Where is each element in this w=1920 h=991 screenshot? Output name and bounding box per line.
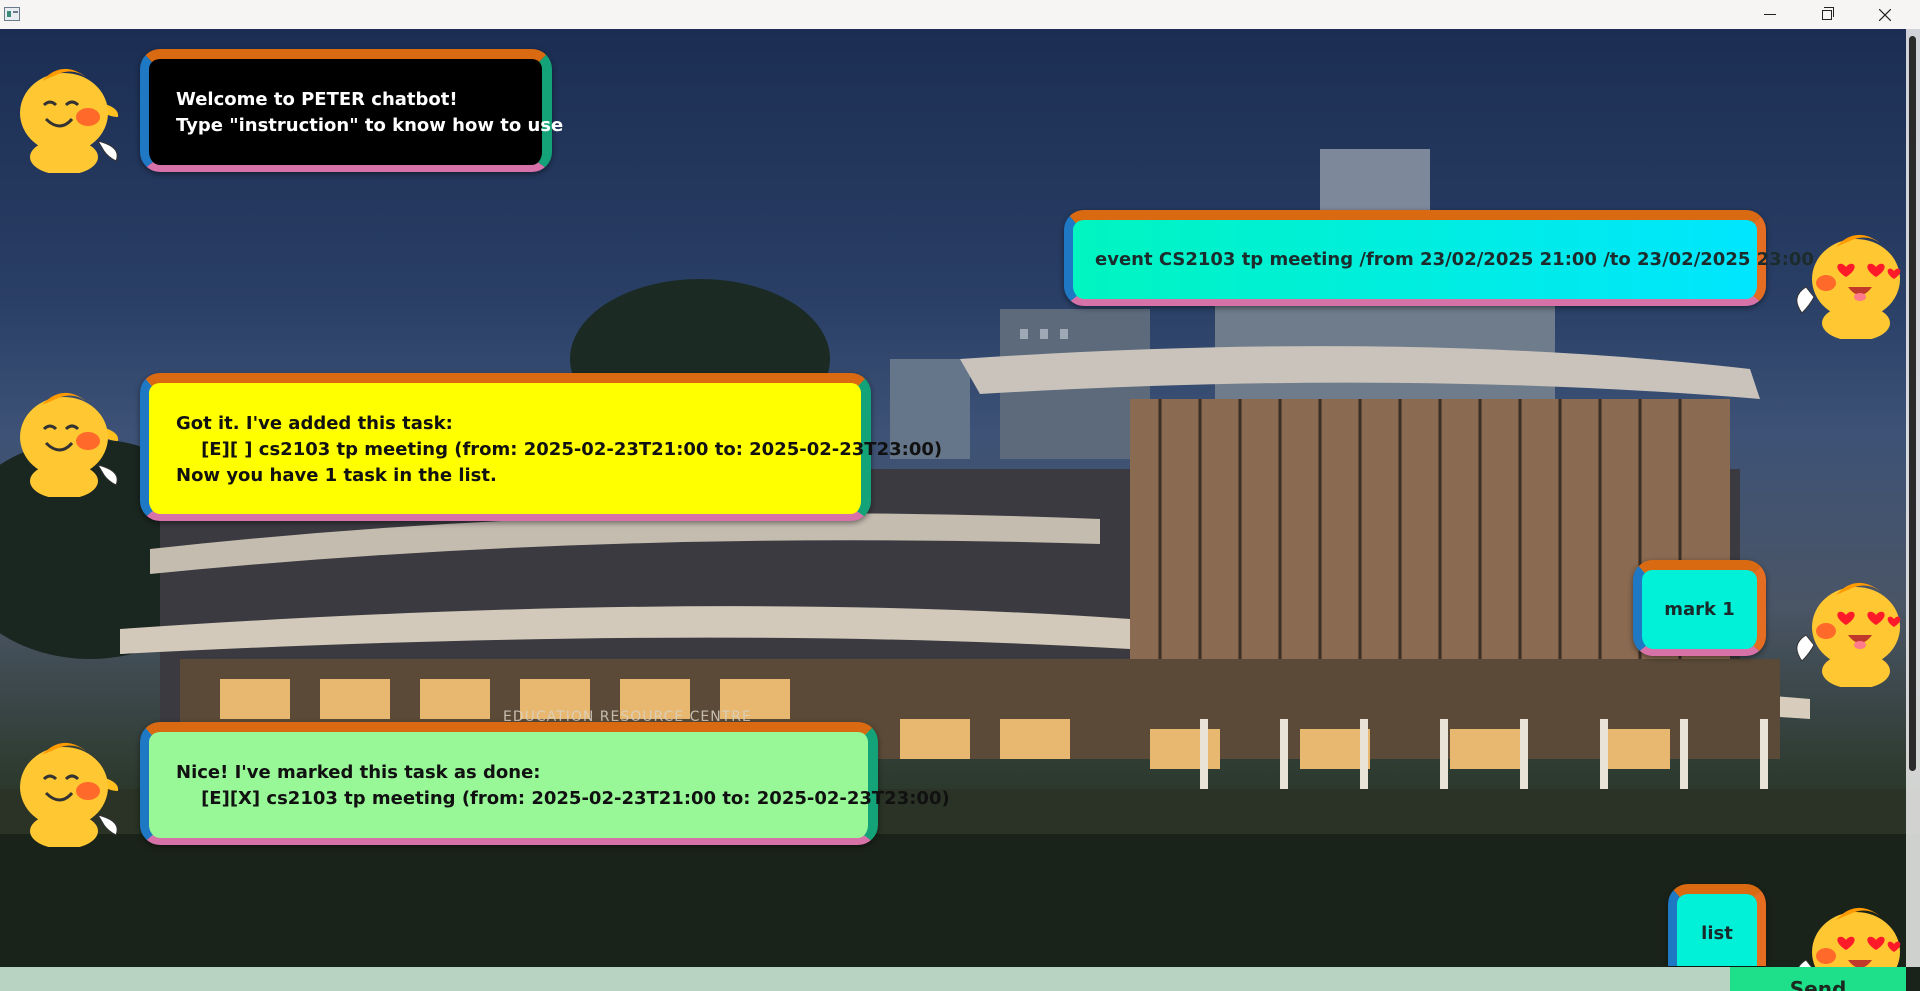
smiling-mascot-icon [20,68,119,173]
maximize-button[interactable] [1804,0,1850,29]
smiling-mascot-icon [20,742,119,847]
close-icon [1879,8,1891,21]
user-avatar [1796,582,1901,687]
bot-avatar [20,742,119,847]
user-message-event: event CS2103 tp meeting /from 23/02/2025… [1064,210,1814,306]
user-message-mark: mark 1 [1633,560,1766,656]
bot-message-task-added: Got it. I've added this task: [E][ ] cs2… [140,373,942,521]
heart-eyes-mascot-icon [1798,907,1901,967]
close-button[interactable] [1862,0,1908,29]
bot-message-task-marked: Nice! I've marked this task as done: [E]… [140,722,950,845]
heart-eyes-mascot-icon [1796,582,1901,687]
minimize-button[interactable] [1747,0,1793,29]
user-avatar [1796,234,1901,339]
send-button[interactable]: Send [1730,967,1906,991]
minimize-icon [1764,14,1776,15]
chat-scrollbar-thumb[interactable] [1909,36,1916,771]
bot-message-welcome: Welcome to PETER chatbot! Type "instruct… [140,49,563,172]
smiling-mascot-icon [20,392,119,497]
user-avatar [1798,907,1901,967]
user-message-list: list [1668,884,1766,966]
bot-avatar [20,68,119,173]
app-icon [4,7,20,21]
bot-avatar [20,392,119,497]
restore-icon [1822,6,1834,20]
window-title-bar [0,0,1920,30]
message-input[interactable] [0,967,1730,991]
